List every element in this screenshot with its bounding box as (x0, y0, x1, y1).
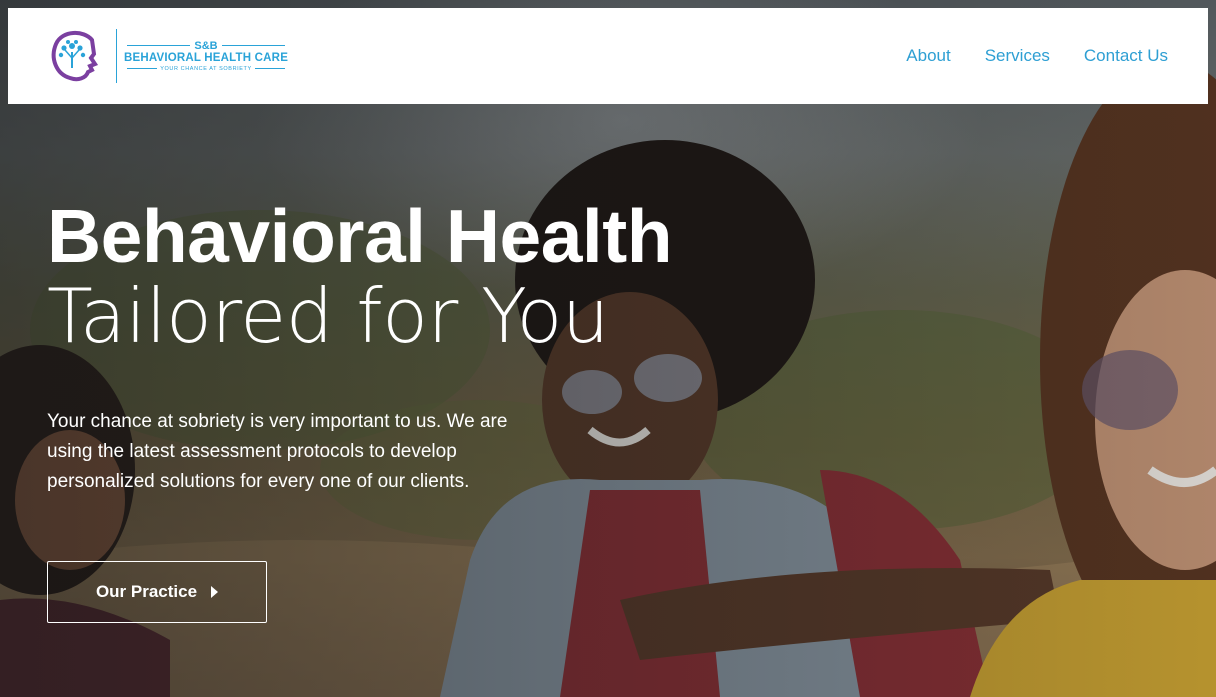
logo-top-text: S&B (194, 39, 218, 52)
site-header: S&B BEHAVIORAL HEALTH CARE YOUR CHANCE A… (8, 8, 1208, 104)
hero-title-line1: Behavioral Health (47, 194, 673, 278)
logo-divider (116, 29, 117, 83)
hero-title: Behavioral Health Tailored for You (47, 194, 673, 360)
head-tree-logo-icon (51, 31, 99, 82)
hero-title-line2: Tailored for You (47, 272, 609, 360)
logo-wordmark: S&B BEHAVIORAL HEALTH CARE YOUR CHANCE A… (123, 39, 289, 73)
our-practice-button-label: Our Practice (95, 582, 198, 601)
logo[interactable]: S&B BEHAVIORAL HEALTH CARE YOUR CHANCE A… (48, 28, 289, 84)
nav-item-about[interactable]: About (906, 46, 950, 66)
our-practice-button[interactable]: Our Practice (47, 561, 267, 623)
logo-tagline: YOUR CHANCE AT SOBRIETY (160, 65, 252, 72)
nav-item-contact-us[interactable]: Contact Us (1084, 46, 1168, 66)
main-nav: About Services Contact Us (906, 46, 1168, 66)
logo-name: BEHAVIORAL HEALTH CARE (123, 51, 289, 64)
caret-right-icon (211, 586, 219, 598)
nav-item-services[interactable]: Services (985, 46, 1050, 66)
hero-description: Your chance at sobriety is very importan… (47, 411, 508, 492)
